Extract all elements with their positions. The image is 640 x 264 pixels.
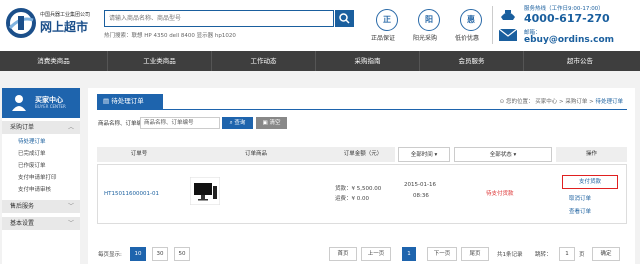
nav-industrial-goods[interactable]: 工业类商品: [108, 51, 212, 71]
logo-icon[interactable]: [6, 8, 36, 38]
logo-subtitle: 中国兵器工业集团公司: [40, 12, 91, 18]
page-title-text: 待处理订单: [111, 97, 144, 105]
hotline-label: 服务热线（工作日9:00-17:00）: [524, 6, 604, 12]
sidebar-subtitle: BUYER CENTER: [35, 104, 66, 109]
sidebar-item-payment-print[interactable]: 支付申请单打印: [2, 172, 80, 184]
col-order-amount: 订单金额（元）: [331, 147, 395, 162]
email-address[interactable]: ebuy@ordins.com: [524, 35, 614, 45]
main-nav: 消费类商品 工业类商品 工作动态 采购指南 会员服务 超市公告: [0, 51, 640, 71]
page-1-button[interactable]: 1: [402, 247, 416, 261]
sunshine-badge-icon: 阳: [418, 9, 440, 31]
chevron-down-icon: ﹀: [67, 220, 74, 227]
breadcrumb-buyer-center[interactable]: 买家中心: [535, 99, 557, 105]
col-order-id: 订单号: [97, 147, 181, 162]
sidebar-item-voided-orders[interactable]: 已作废订单: [2, 160, 80, 172]
confirm-jump-button[interactable]: 确定: [592, 247, 620, 261]
logo-title[interactable]: 网上超市: [40, 18, 88, 35]
nav-purchase-guide[interactable]: 采购指南: [316, 51, 420, 71]
caret-down-icon: ▾: [434, 152, 438, 158]
page-body: 买家中心 BUYER CENTER 采购订单 ︿ 待处理订单 已完成订单 已作废…: [0, 71, 640, 264]
search-input[interactable]: [104, 10, 334, 27]
sidebar-item-pending-orders[interactable]: 待处理订单: [2, 136, 80, 148]
page-size-10[interactable]: 10: [130, 247, 146, 261]
jump-label: 跳转：: [535, 252, 552, 258]
sidebar-section-orders[interactable]: 采购订单 ︿: [2, 121, 80, 135]
genuine-badge-label: 正品保证: [371, 35, 396, 42]
title-underline: [97, 109, 627, 110]
nav-work-news[interactable]: 工作动态: [212, 51, 316, 71]
user-icon: [12, 95, 26, 111]
sidebar-section-label: 基本设置: [10, 220, 35, 227]
breadcrumb-pending-orders: 待处理订单: [595, 99, 623, 105]
page-unit-label: 页: [579, 252, 585, 258]
pay-goods-button[interactable]: 支付货款: [562, 175, 618, 189]
list-icon: ▤: [103, 97, 112, 105]
header-divider: [492, 6, 493, 44]
discount-badge-icon: 惠: [460, 9, 482, 31]
query-button[interactable]: ⌕ 查询: [222, 117, 253, 129]
query-button-label: 查询: [234, 120, 246, 126]
hotline-number: 4000-617-270: [524, 12, 610, 25]
phone-icon: [501, 10, 515, 20]
order-time: 08:36: [413, 193, 429, 199]
status-filter-select[interactable]: 全部状态 ▾: [454, 147, 552, 162]
discount-badge-label: 低价优惠: [455, 35, 480, 42]
view-order-link[interactable]: 查看订单: [569, 207, 591, 215]
product-thumbnail[interactable]: [190, 177, 220, 205]
order-status: 待支付货款: [486, 191, 514, 197]
main-panel: ▤ 待处理订单 ⊙ 您的位置： 买家中心 > 采购订单 > 待处理订单 商品名称…: [88, 88, 635, 264]
sidebar-section-label: 采购订单: [10, 124, 35, 131]
breadcrumb-prefix: 您的位置：: [505, 99, 534, 105]
table-row: HT15011600001-01 货款：¥ 5,500.00 运费：¥ 0.00…: [97, 164, 627, 224]
search-button[interactable]: [335, 10, 354, 27]
time-filter-value: 全部时间: [410, 152, 433, 158]
jump-page-input[interactable]: 1: [559, 247, 575, 261]
hot-search-keywords[interactable]: 热门搜索：联想 HP 4350 dell 8400 显示器 hp1020: [104, 31, 236, 39]
freight-amount: 运费：¥ 0.00: [335, 196, 369, 202]
page-size-30[interactable]: 30: [152, 247, 168, 261]
prev-page-button[interactable]: 上一页: [361, 247, 391, 261]
order-search-input[interactable]: 商品名称、订单编号: [140, 117, 220, 129]
breadcrumb-purchase-orders[interactable]: 采购订单: [565, 99, 587, 105]
per-page-label: 每页显示:: [98, 252, 122, 258]
goods-amount: 货款：¥ 5,500.00: [335, 186, 382, 192]
nav-member-service[interactable]: 会员服务: [420, 51, 524, 71]
nav-announcements[interactable]: 超市公告: [524, 51, 636, 71]
status-filter-value: 全部状态: [489, 152, 512, 158]
chevron-down-icon: ﹀: [67, 203, 74, 210]
search-icon: [339, 13, 350, 24]
first-page-button[interactable]: 首页: [329, 247, 357, 261]
sidebar-header: 买家中心 BUYER CENTER: [2, 88, 80, 118]
clear-button-label: 清空: [269, 120, 281, 126]
last-page-button[interactable]: 尾页: [461, 247, 489, 261]
order-id-link[interactable]: HT15011600001-01: [104, 191, 159, 197]
sidebar-section-after-sales[interactable]: 售后服务 ﹀: [2, 200, 80, 214]
order-date: 2015-01-16: [404, 182, 436, 188]
sunshine-badge-label: 阳光采购: [413, 35, 438, 42]
breadcrumb: ⊙ 您的位置： 买家中心 > 采购订单 > 待处理订单: [499, 99, 623, 105]
sidebar-section-settings[interactable]: 基本设置 ﹀: [2, 217, 80, 231]
next-page-button[interactable]: 下一页: [427, 247, 457, 261]
nav-consumer-goods[interactable]: 消费类商品: [0, 51, 108, 71]
time-filter-select[interactable]: 全部时间 ▾: [398, 147, 450, 162]
caret-down-icon: ▾: [513, 152, 517, 158]
sidebar: 买家中心 BUYER CENTER 采购订单 ︿ 待处理订单 已完成订单 已作废…: [2, 88, 80, 264]
mail-icon: [498, 28, 518, 41]
col-order-goods: 订单商品: [181, 147, 331, 162]
col-actions: 操作: [556, 147, 627, 162]
site-header: 中国兵器工业集团公司 网上超市 热门搜索：联想 HP 4350 dell 840…: [0, 0, 640, 51]
sidebar-section-label: 售后服务: [10, 203, 35, 210]
page-size-50[interactable]: 50: [174, 247, 190, 261]
sidebar-item-payment-review[interactable]: 支付申请审核: [2, 184, 80, 196]
cancel-order-link[interactable]: 取消订单: [569, 194, 591, 202]
genuine-badge-icon: 正: [376, 9, 398, 31]
total-records: 共1条记录: [497, 252, 523, 258]
sidebar-item-completed-orders[interactable]: 已完成订单: [2, 148, 80, 160]
chevron-up-icon: ︿: [67, 124, 74, 131]
clear-button[interactable]: ▣ 清空: [256, 117, 287, 129]
page-title: ▤ 待处理订单: [97, 94, 163, 109]
